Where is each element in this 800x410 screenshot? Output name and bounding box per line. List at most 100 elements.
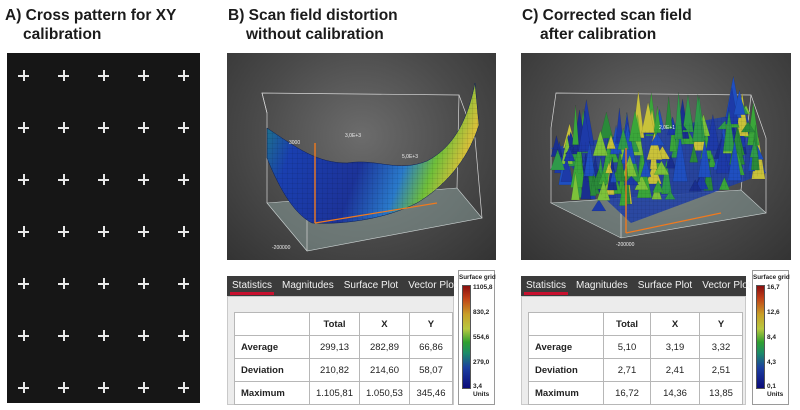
cell-total: 5,10 bbox=[603, 335, 651, 359]
legend-tick: 554,6 bbox=[473, 334, 490, 341]
legend-tick: 3,4 bbox=[473, 383, 483, 390]
row-label: Average bbox=[234, 335, 310, 359]
calibration-cross bbox=[178, 122, 189, 133]
heading-a: A) Cross pattern for XY calibration bbox=[5, 6, 176, 44]
color-legend-c: Surface grid 16,7 12,6 8,4 4,3 0,1 Units bbox=[752, 270, 790, 405]
cross-pattern-image bbox=[7, 53, 200, 403]
calibration-cross bbox=[178, 70, 189, 81]
cell-x: 14,36 bbox=[650, 381, 700, 405]
tab-statistics[interactable]: Statistics bbox=[227, 276, 277, 296]
statistics-panel-c: Total X Y Average 5,10 3,19 3,32 Deviati… bbox=[521, 296, 746, 405]
calibration-cross bbox=[138, 226, 149, 237]
calibration-cross bbox=[58, 278, 69, 289]
cell-y: 3,32 bbox=[699, 335, 743, 359]
calibration-cross bbox=[58, 174, 69, 185]
cell-total: 210,82 bbox=[309, 358, 360, 382]
calibration-cross bbox=[178, 330, 189, 341]
header-total: Total bbox=[309, 312, 360, 336]
cell-total: 16,72 bbox=[603, 381, 651, 405]
tab-statistics[interactable]: Statistics bbox=[521, 276, 571, 296]
calibration-cross bbox=[58, 382, 69, 393]
surface-spike bbox=[599, 112, 614, 139]
legend-color-bar bbox=[756, 285, 765, 389]
cell-total: 1.105,81 bbox=[309, 381, 360, 405]
tab-vector-plot[interactable]: Vector Plot bbox=[697, 276, 755, 296]
calibration-cross bbox=[58, 70, 69, 81]
legend-color-bar bbox=[462, 285, 471, 389]
color-legend-b: Surface grid 1105,8 830,2 554,6 279,0 3,… bbox=[458, 270, 496, 405]
mid-label: 2,0E+1 bbox=[659, 125, 675, 131]
distortion-surface-plot: 3000 3,0E+3 5,0E+3 -200000 bbox=[227, 53, 496, 260]
cell-x: 214,60 bbox=[358, 358, 410, 382]
header-total: Total bbox=[603, 312, 651, 336]
calibration-cross bbox=[178, 226, 189, 237]
tab-magnitudes[interactable]: Magnitudes bbox=[277, 276, 339, 296]
calibration-cross bbox=[138, 122, 149, 133]
legend-title: Surface grid bbox=[753, 274, 790, 281]
legend-tick: 16,7 bbox=[767, 284, 780, 291]
header-x: X bbox=[358, 312, 410, 336]
cell-x: 282,89 bbox=[358, 335, 410, 359]
calibration-cross bbox=[138, 174, 149, 185]
tab-surface-plot[interactable]: Surface Plot bbox=[339, 276, 403, 296]
calibration-cross bbox=[58, 122, 69, 133]
calibration-cross bbox=[98, 226, 109, 237]
header-y: Y bbox=[408, 312, 453, 336]
calibration-cross bbox=[18, 70, 29, 81]
bottom-tick-label: -200000 bbox=[272, 245, 291, 251]
calibration-cross bbox=[98, 382, 109, 393]
legend-tick: 830,2 bbox=[473, 309, 490, 316]
cell-x: 2,41 bbox=[650, 358, 700, 382]
tab-surface-plot[interactable]: Surface Plot bbox=[633, 276, 697, 296]
heading-b-line1: B) Scan field distortion bbox=[228, 7, 398, 24]
cell-y: 58,07 bbox=[408, 358, 453, 382]
calibration-cross bbox=[18, 382, 29, 393]
header-y: Y bbox=[699, 312, 743, 336]
calibration-cross bbox=[138, 70, 149, 81]
calibration-cross bbox=[178, 382, 189, 393]
heading-a-line1: A) Cross pattern for XY bbox=[5, 7, 177, 24]
tab-vector-plot[interactable]: Vector Plot bbox=[403, 276, 461, 296]
calibration-cross bbox=[98, 174, 109, 185]
corrected-surface-plot: 2,0E+1 -200000 bbox=[521, 53, 791, 260]
table-row: Deviation 210,82 214,60 58,07 bbox=[234, 358, 453, 382]
legend-title: Surface grid bbox=[459, 274, 496, 281]
row-label: Deviation bbox=[234, 358, 310, 382]
table-header-row: Total X Y bbox=[528, 312, 743, 336]
mid-label: 3,0E+3 bbox=[345, 133, 361, 139]
calibration-cross bbox=[178, 174, 189, 185]
row-label: Average bbox=[528, 335, 604, 359]
calibration-cross bbox=[58, 226, 69, 237]
bottom-tick-label: -200000 bbox=[616, 242, 635, 248]
cell-y: 13,85 bbox=[699, 381, 743, 405]
heading-c-line1: C) Corrected scan field bbox=[522, 7, 692, 24]
calibration-cross bbox=[18, 278, 29, 289]
statistics-table: Total X Y Average 299,13 282,89 66,86 De… bbox=[234, 312, 453, 405]
heading-a-line2: calibration bbox=[23, 26, 102, 43]
right-label: 5,0E+3 bbox=[402, 154, 418, 160]
calibration-cross bbox=[98, 70, 109, 81]
cell-y: 66,86 bbox=[408, 335, 453, 359]
table-row: Average 299,13 282,89 66,86 bbox=[234, 335, 453, 359]
heading-c: C) Corrected scan field after calibratio… bbox=[522, 6, 692, 44]
header-x: X bbox=[650, 312, 700, 336]
calibration-cross bbox=[18, 122, 29, 133]
row-label: Maximum bbox=[528, 381, 604, 405]
row-label: Maximum bbox=[234, 381, 310, 405]
cell-x: 1.050,53 bbox=[358, 381, 410, 405]
statistics-table: Total X Y Average 5,10 3,19 3,32 Deviati… bbox=[528, 312, 743, 405]
calibration-cross bbox=[98, 122, 109, 133]
calibration-cross bbox=[138, 382, 149, 393]
statistics-panel-b: Total X Y Average 299,13 282,89 66,86 De… bbox=[227, 296, 454, 405]
calibration-cross bbox=[58, 330, 69, 341]
table-row: Deviation 2,71 2,41 2,51 bbox=[528, 358, 743, 382]
cell-x: 3,19 bbox=[650, 335, 700, 359]
legend-tick: 0,1 bbox=[767, 383, 777, 390]
calibration-cross bbox=[138, 278, 149, 289]
tab-magnitudes[interactable]: Magnitudes bbox=[571, 276, 633, 296]
header-empty bbox=[234, 312, 310, 336]
z-tick-label: 3000 bbox=[289, 140, 300, 146]
heading-b-line2: without calibration bbox=[246, 26, 384, 43]
legend-tick: 12,6 bbox=[767, 309, 780, 316]
table-row: Maximum 16,72 14,36 13,85 bbox=[528, 381, 743, 405]
